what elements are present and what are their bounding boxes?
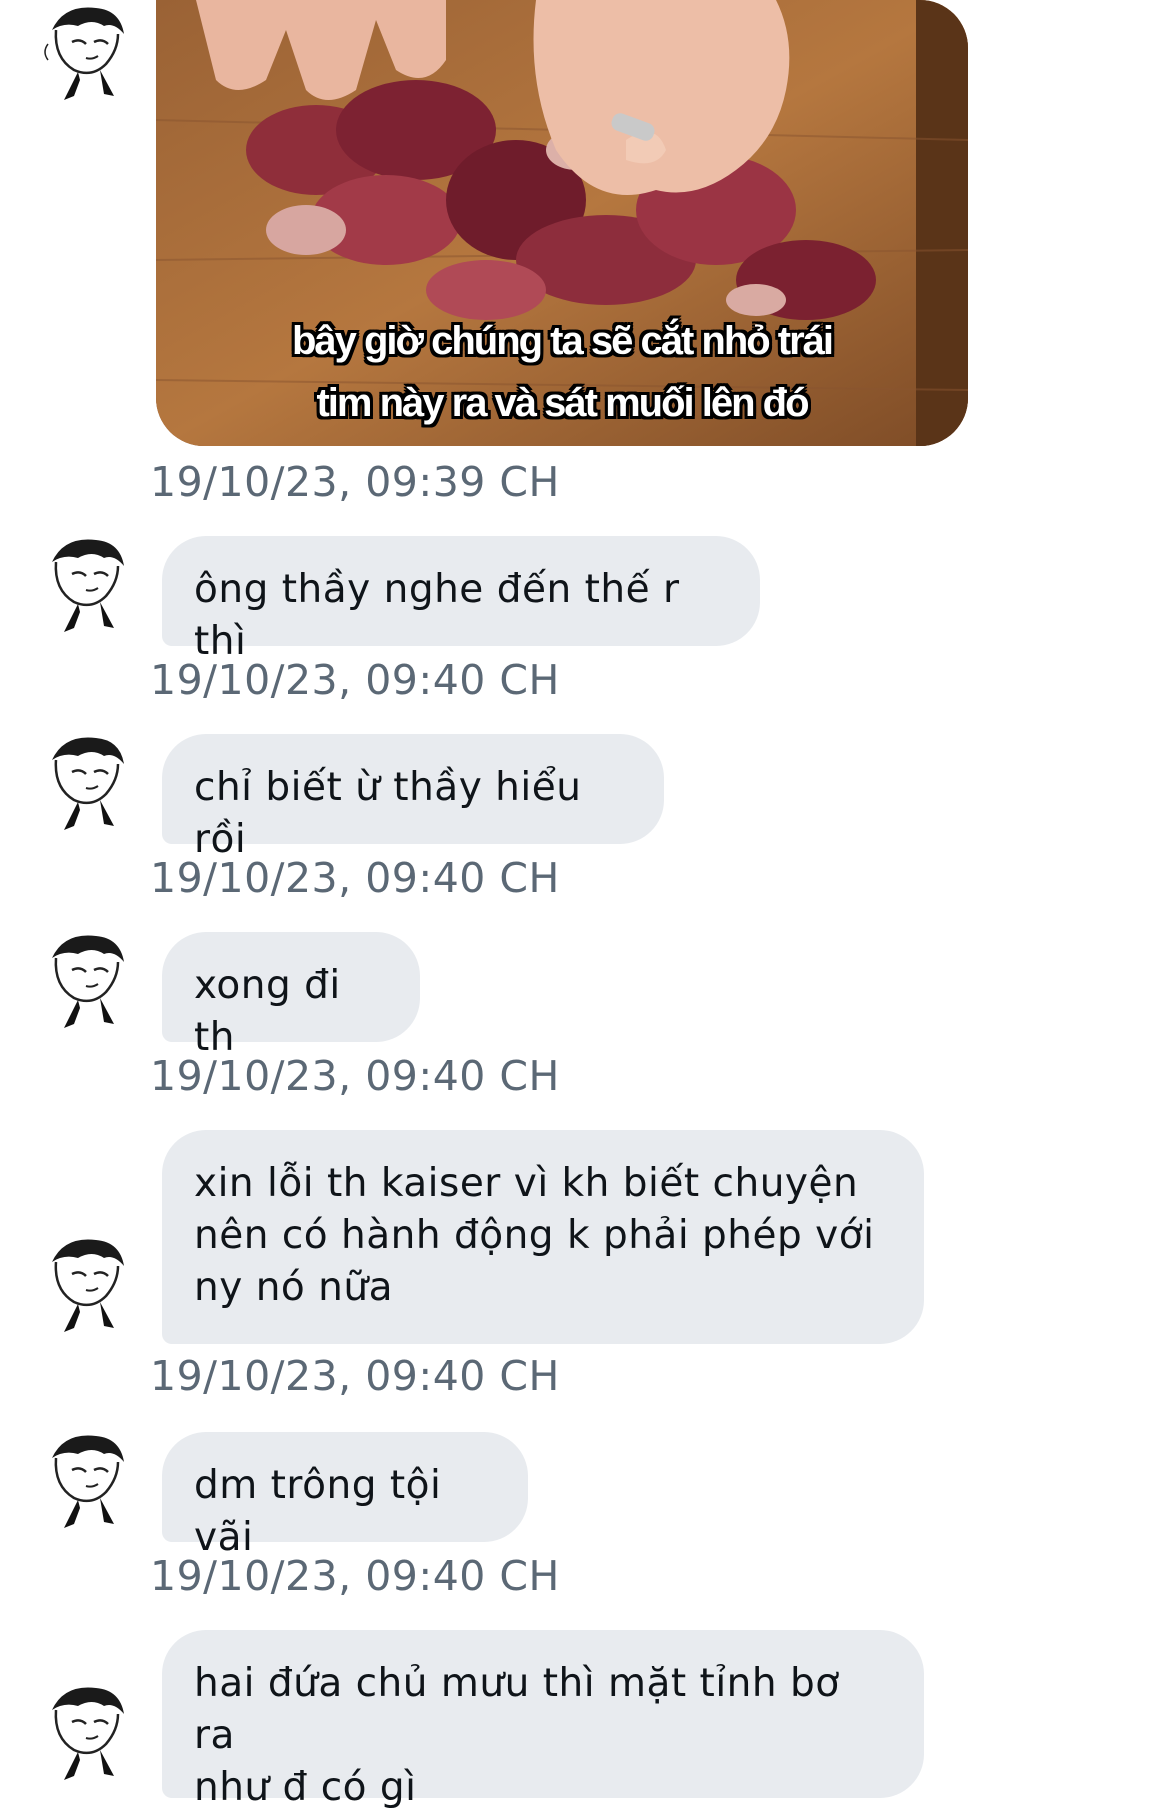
avatar-manga-character-icon: [34, 0, 134, 110]
avatar-manga-character-icon: [34, 1428, 134, 1538]
message-bubble[interactable]: xin lỗi th kaiser vì kh biết chuyện nên …: [162, 1130, 924, 1344]
avatar[interactable]: [34, 730, 134, 840]
shared-image[interactable]: bây giờ chúng ta sẽ cắt nhỏ trái tim này…: [156, 0, 968, 446]
image-caption-line-2: tim này ra và sát muối lên đó: [316, 381, 809, 425]
avatar-manga-character-icon: [34, 532, 134, 642]
message-bubble[interactable]: dm trông tội vãi: [162, 1432, 528, 1560]
avatar[interactable]: [34, 1232, 134, 1342]
message-bubble[interactable]: chỉ biết ừ thầy hiểu rồi: [162, 734, 664, 862]
avatar[interactable]: [34, 1428, 134, 1538]
avatar-manga-character-icon: [34, 1680, 134, 1790]
avatar[interactable]: [34, 928, 134, 1038]
message-bubble[interactable]: ông thầy nghe đến thế r thì: [162, 536, 760, 664]
avatar-manga-character-icon: [34, 1232, 134, 1342]
message-timestamp: 19/10/23, 09:40 CH: [150, 1052, 560, 1100]
message-bubble[interactable]: xong đi th: [162, 932, 420, 1060]
message-bubble[interactable]: hai đứa chủ mưu thì mặt tỉnh bơ ra như đ…: [162, 1630, 924, 1810]
avatar[interactable]: [34, 532, 134, 642]
avatar[interactable]: [34, 1680, 134, 1790]
avatar-manga-character-icon: [34, 928, 134, 1038]
message-timestamp: 19/10/23, 09:40 CH: [150, 1552, 560, 1600]
message-timestamp: 19/10/23, 09:39 CH: [150, 458, 560, 506]
message-thread: bây giờ chúng ta sẽ cắt nhỏ trái tim này…: [0, 0, 1170, 1810]
image-caption-line-1: bây giờ chúng ta sẽ cắt nhỏ trái: [291, 319, 834, 363]
avatar-manga-character-icon: [34, 730, 134, 840]
message-timestamp: 19/10/23, 09:40 CH: [150, 854, 560, 902]
message-timestamp: 19/10/23, 09:40 CH: [150, 1352, 560, 1400]
message-timestamp: 19/10/23, 09:40 CH: [150, 656, 560, 704]
avatar[interactable]: [34, 0, 134, 110]
